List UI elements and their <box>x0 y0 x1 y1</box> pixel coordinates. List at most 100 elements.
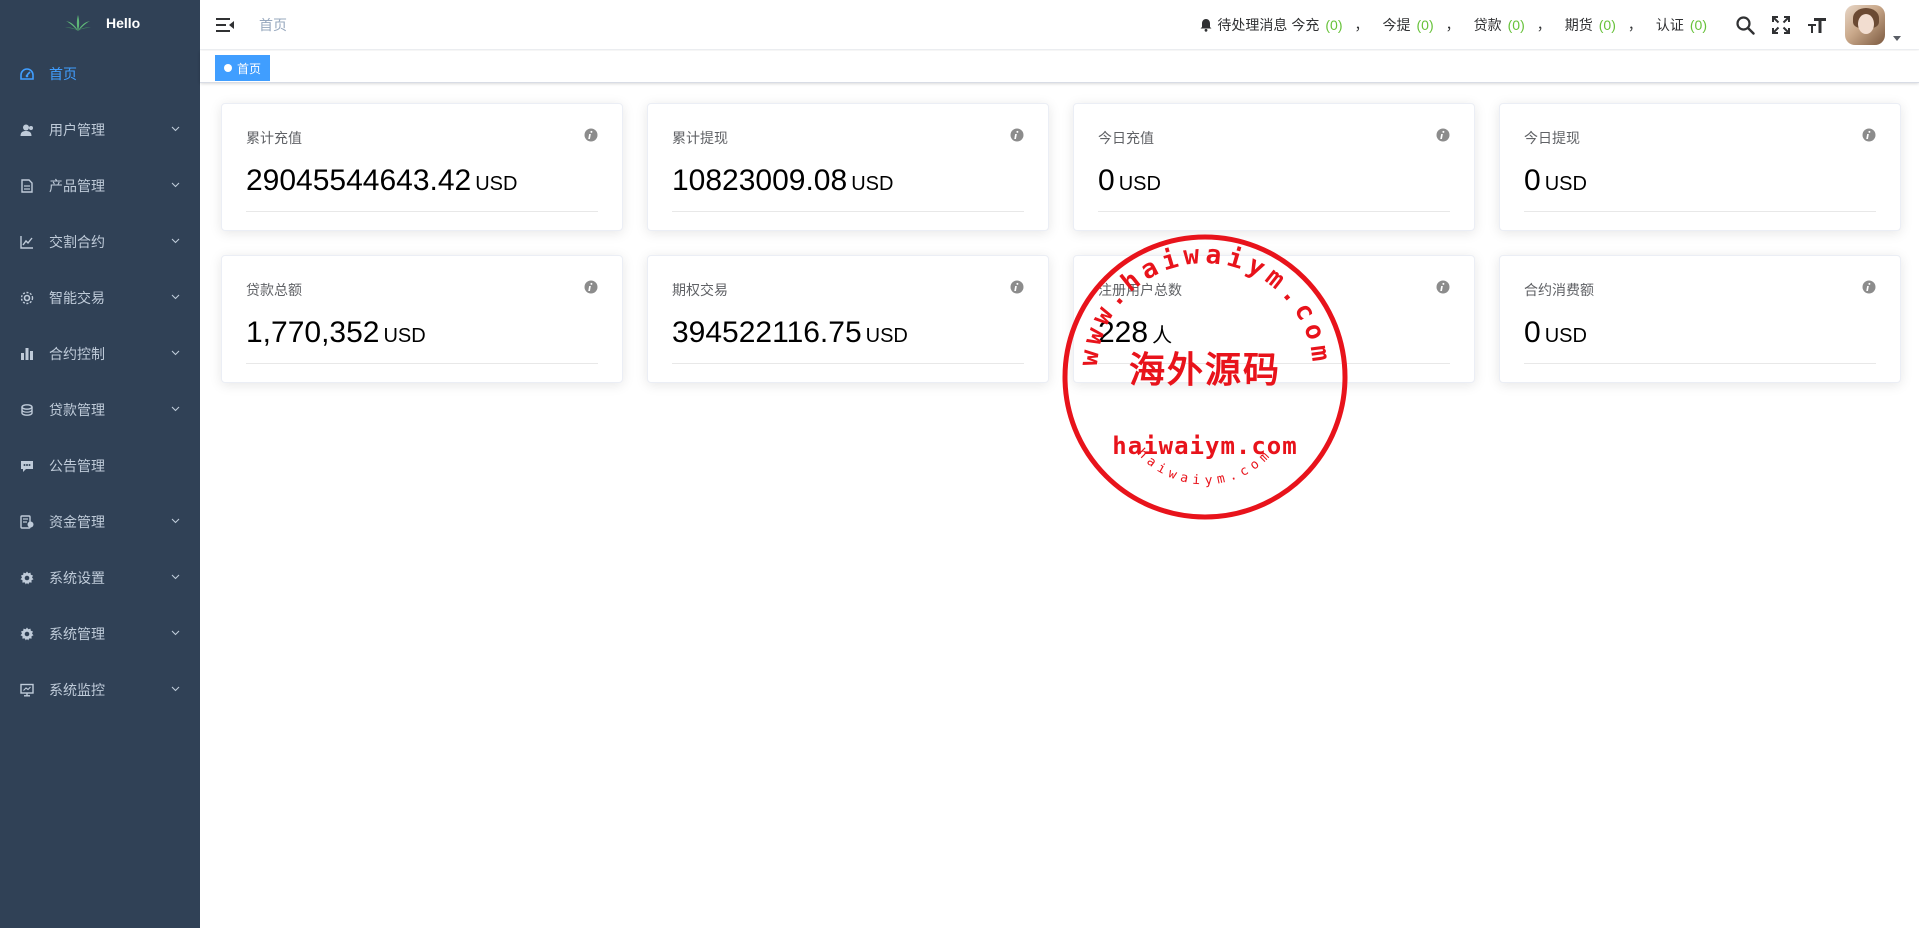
caret-down-icon[interactable] <box>1893 36 1901 41</box>
sidebar-item-7[interactable]: 公告管理 <box>0 438 200 494</box>
tag-home[interactable]: 首页 <box>215 55 271 81</box>
pending-notice[interactable]: 待处理消息 今充 (0) ， 今提 (0) ， 贷款 (0) ， 期货 (0) ， 认证 (0) <box>1199 15 1709 35</box>
chevron-down-icon[interactable] <box>171 404 180 413</box>
sidebar-item-11[interactable]: 系统监控 <box>0 662 200 718</box>
chevron-down-icon[interactable] <box>171 180 180 189</box>
user-avatar-dropdown[interactable] <box>1845 5 1901 45</box>
fullscreen-icon[interactable] <box>1771 15 1791 35</box>
stamp-small-ring-text: haiwaiym.com <box>1134 446 1271 489</box>
pending-item-label[interactable]: 贷款 <box>1474 17 1502 33</box>
pending-item-label[interactable]: 期货 <box>1565 17 1593 33</box>
chevron-down-icon[interactable] <box>171 348 180 357</box>
avatar[interactable] <box>1845 5 1885 45</box>
sidebar-logo[interactable]: Hello <box>0 0 200 46</box>
dashboard-icon <box>19 67 34 82</box>
stat-value: 228 <box>1098 316 1149 349</box>
stat-card: 合约消费额 0 USD <box>1499 255 1901 383</box>
sidebar-item-4[interactable]: 智能交易 <box>0 270 200 326</box>
sidebar-item-label: 智能交易 <box>49 290 105 306</box>
info-icon[interactable] <box>584 280 598 294</box>
pending-item-count[interactable]: (0) <box>1599 17 1616 33</box>
stat-card-title: 累计提现 <box>672 130 728 146</box>
chevron-down-icon[interactable] <box>171 572 180 581</box>
app-title: Hello <box>106 15 141 31</box>
divider <box>246 211 598 212</box>
pending-item-label[interactable]: 认证 <box>1656 17 1684 33</box>
stat-card-value: 228 人 <box>1098 316 1172 350</box>
stat-card: 期权交易 394522116.75 USD <box>647 255 1049 383</box>
pending-item-count[interactable]: (0) <box>1417 17 1434 33</box>
sidebar-item-2[interactable]: 产品管理 <box>0 158 200 214</box>
stat-value: 10823009.08 <box>672 164 848 197</box>
stat-value: 29045544643.42 <box>246 164 472 197</box>
chevron-down-icon[interactable] <box>171 236 180 245</box>
monitor-icon <box>19 683 34 698</box>
search-icon[interactable] <box>1735 15 1755 35</box>
chevron-down-icon[interactable] <box>171 516 180 525</box>
pending-item-label[interactable]: 今提 <box>1383 17 1411 33</box>
navbar-right: 待处理消息 今充 (0) ， 今提 (0) ， 贷款 (0) ， 期货 (0) ， 认证 (0) <box>1199 0 1919 50</box>
stat-unit: USD <box>851 173 894 195</box>
stat-unit: USD <box>1544 325 1587 347</box>
stat-value: 0 <box>1524 164 1541 197</box>
pending-item-label[interactable]: 今充 <box>1291 17 1319 33</box>
pending-separator: ， <box>1536 17 1551 33</box>
hamburger-icon[interactable] <box>216 17 234 33</box>
divider <box>672 211 1024 212</box>
stat-unit: USD <box>383 325 426 347</box>
info-icon[interactable] <box>1436 280 1450 294</box>
stat-card-title: 贷款总额 <box>246 282 302 298</box>
sidebar-item-label: 资金管理 <box>49 514 105 530</box>
chevron-down-icon[interactable] <box>171 684 180 693</box>
pending-item-count[interactable]: (0) <box>1325 17 1342 33</box>
sidebar-item-5[interactable]: 合约控制 <box>0 326 200 382</box>
breadcrumb[interactable]: 首页 <box>259 15 287 35</box>
stat-value: 0 <box>1098 164 1115 197</box>
stat-card-title: 注册用户总数 <box>1098 282 1182 298</box>
chevron-down-icon[interactable] <box>171 292 180 301</box>
chevron-down-icon[interactable] <box>171 124 180 133</box>
pending-items: 今充 (0) ， 今提 (0) ， 贷款 (0) ， 期货 (0) ， 认证 (0) <box>1287 15 1709 35</box>
tags-view: 首页 <box>200 51 1919 83</box>
divider <box>672 363 1024 364</box>
stat-value: 394522116.75 <box>672 316 862 349</box>
sidebar-item-1[interactable]: 用户管理 <box>0 102 200 158</box>
pending-item-count[interactable]: (0) <box>1690 17 1707 33</box>
sidebar-item-8[interactable]: 资金管理 <box>0 494 200 550</box>
info-icon[interactable] <box>1862 128 1876 142</box>
sidebar-item-label: 用户管理 <box>49 122 105 138</box>
info-icon[interactable] <box>1436 128 1450 142</box>
stat-value: 1,770,352 <box>246 316 380 349</box>
info-icon[interactable] <box>1010 128 1024 142</box>
info-icon[interactable] <box>1862 280 1876 294</box>
sidebar-item-9[interactable]: 系统设置 <box>0 550 200 606</box>
sidebar-item-label: 系统管理 <box>49 626 105 642</box>
font-size-icon[interactable] <box>1807 15 1827 35</box>
stat-value: 0 <box>1524 316 1541 349</box>
stat-card-value: 10823009.08 USD <box>672 164 893 198</box>
info-icon[interactable] <box>1010 280 1024 294</box>
info-icon[interactable] <box>584 128 598 142</box>
logo-icon <box>65 15 91 31</box>
navbar: 首页 待处理消息 今充 (0) ， 今提 (0) ， 贷款 (0) ， 期货 (0) ， 认证 (0) <box>200 0 1919 50</box>
divider <box>1098 211 1450 212</box>
sidebar-item-label: 合约控制 <box>49 346 105 362</box>
divider <box>1524 211 1876 212</box>
sidebar-item-10[interactable]: 系统管理 <box>0 606 200 662</box>
message-icon <box>19 459 34 474</box>
money-icon <box>19 515 34 530</box>
sidebar-item-3[interactable]: 交割合约 <box>0 214 200 270</box>
pending-separator: ， <box>1445 17 1460 33</box>
chevron-down-icon[interactable] <box>171 628 180 637</box>
sidebar-item-6[interactable]: 贷款管理 <box>0 382 200 438</box>
sidebar: Hello 首页用户管理产品管理 交割合约智能交易合约控制贷款管理 公告管理资金管理… <box>0 0 200 928</box>
stat-unit: USD <box>865 325 908 347</box>
stat-card: 累计提现 10823009.08 USD <box>647 103 1049 231</box>
stat-card-value: 394522116.75 USD <box>672 316 908 350</box>
pending-item-count[interactable]: (0) <box>1508 17 1525 33</box>
stat-card-value: 1,770,352 USD <box>246 316 426 350</box>
stat-card: 贷款总额 1,770,352 USD <box>221 255 623 383</box>
stat-card-value: 0 USD <box>1524 164 1587 198</box>
bell-icon <box>1200 19 1212 32</box>
sidebar-item-0[interactable]: 首页 <box>0 46 200 102</box>
